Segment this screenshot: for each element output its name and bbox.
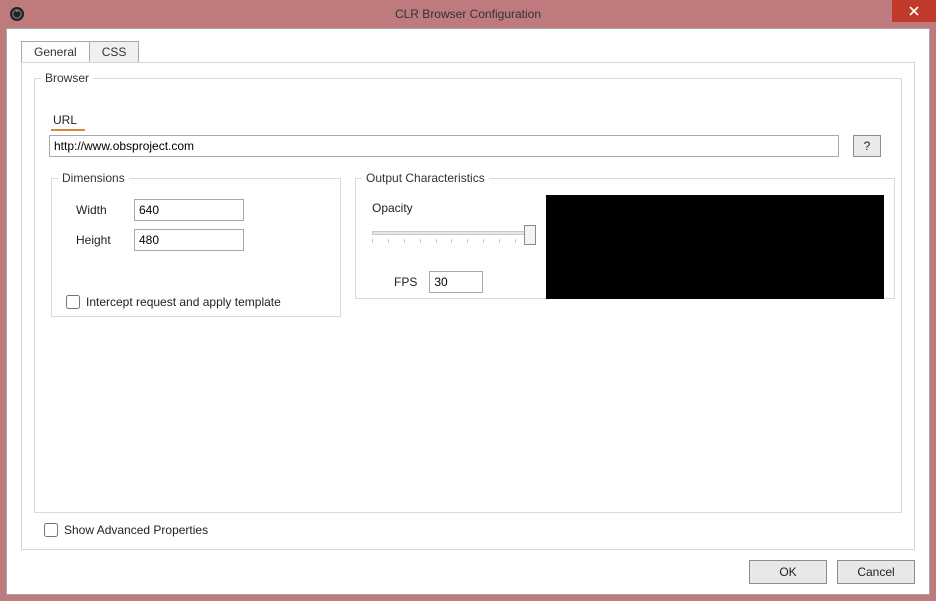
- fps-label: FPS: [394, 275, 417, 289]
- width-label: Width: [76, 203, 120, 217]
- url-label: URL: [53, 113, 77, 127]
- intercept-checkbox[interactable]: [66, 295, 80, 309]
- tab-css[interactable]: CSS: [89, 41, 140, 64]
- titlebar: CLR Browser Configuration: [0, 0, 936, 28]
- url-underline: [51, 129, 85, 131]
- show-advanced-label: Show Advanced Properties: [64, 523, 208, 537]
- browser-fieldset: Browser URL ? Dimensions Width Height In…: [34, 71, 902, 513]
- width-input[interactable]: [134, 199, 244, 221]
- tab-general[interactable]: General: [21, 41, 90, 64]
- opacity-label: Opacity: [372, 201, 413, 215]
- dialog-button-row: OK Cancel: [749, 560, 915, 584]
- url-help-button[interactable]: ?: [853, 135, 881, 157]
- output-fieldset: Output Characteristics Opacity FPS: [355, 171, 895, 299]
- opacity-slider-track[interactable]: [372, 231, 532, 235]
- opacity-slider-thumb[interactable]: [524, 225, 536, 245]
- output-legend: Output Characteristics: [362, 171, 489, 185]
- url-input[interactable]: [49, 135, 839, 157]
- ok-button[interactable]: OK: [749, 560, 827, 584]
- dimensions-fieldset: Dimensions Width Height Intercept reques…: [51, 171, 341, 317]
- cancel-button[interactable]: Cancel: [837, 560, 915, 584]
- window-title: CLR Browser Configuration: [0, 7, 936, 21]
- dimensions-legend: Dimensions: [58, 171, 129, 185]
- fps-input[interactable]: [429, 271, 483, 293]
- browser-legend: Browser: [41, 71, 93, 85]
- show-advanced-checkbox[interactable]: [44, 523, 58, 537]
- client-area: GeneralCSS Browser URL ? Dimensions Widt…: [6, 28, 930, 595]
- close-button[interactable]: [892, 0, 936, 22]
- preview-area: [546, 195, 884, 299]
- height-label: Height: [76, 233, 120, 247]
- intercept-label: Intercept request and apply template: [86, 295, 281, 309]
- tab-strip: GeneralCSS: [21, 41, 936, 63]
- opacity-slider-ticks: [372, 239, 532, 245]
- tab-panel-general: Browser URL ? Dimensions Width Height In…: [21, 62, 915, 550]
- height-input[interactable]: [134, 229, 244, 251]
- app-icon: [8, 5, 26, 23]
